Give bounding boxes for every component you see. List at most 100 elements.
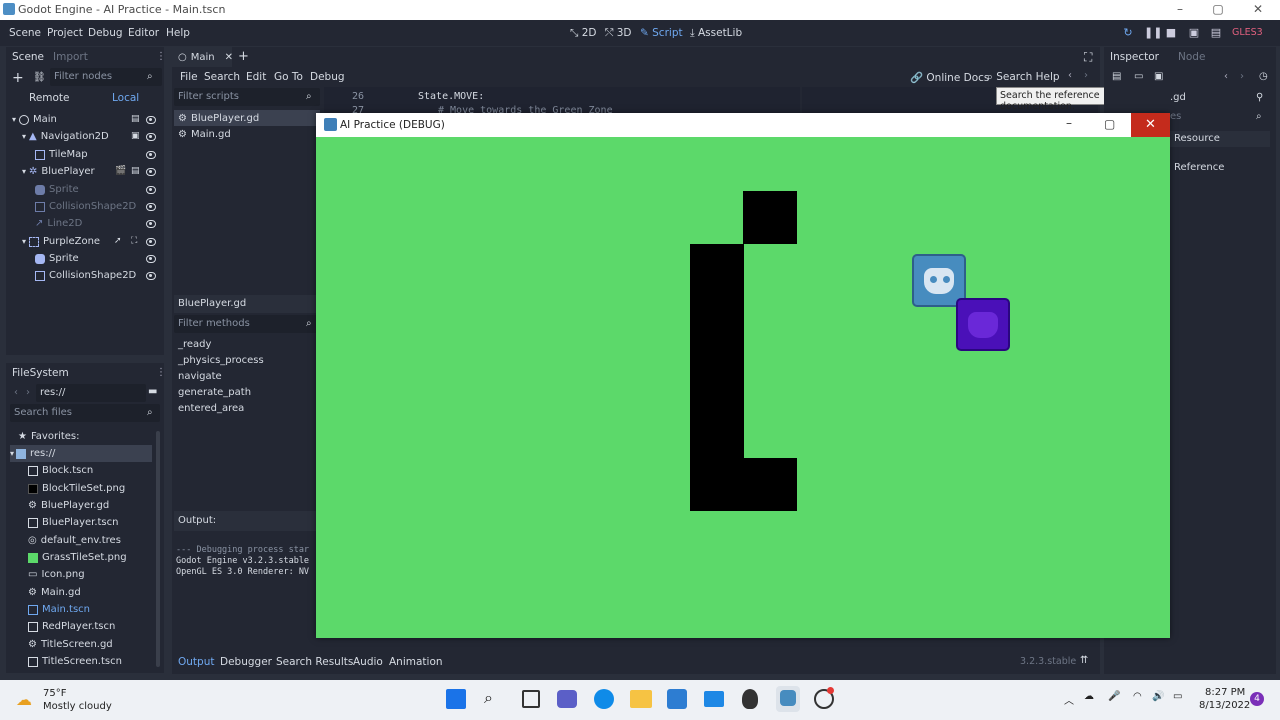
visibility-eye-icon[interactable] — [146, 151, 156, 159]
method-item[interactable]: _ready — [178, 339, 211, 350]
instance-icon[interactable]: 🎬 — [115, 166, 126, 176]
menu-editor[interactable]: Editor — [128, 27, 159, 39]
microphone-icon[interactable]: 🎤 — [1108, 691, 1120, 702]
tree-node-blueplayer[interactable]: ▾ ✲ BluePlayer — [22, 163, 95, 180]
group-icon[interactable]: ⛶ — [131, 236, 137, 246]
menu-scene[interactable]: Scene — [9, 27, 41, 39]
remote-button[interactable]: Remote — [29, 92, 70, 104]
menu-debug[interactable]: Debug — [88, 27, 123, 39]
forward-icon[interactable]: › — [26, 387, 30, 398]
windows-start-icon[interactable] — [446, 689, 466, 709]
minimize-icon[interactable]: – — [1172, 2, 1188, 18]
file-item[interactable]: BlockTileSet.png — [28, 480, 125, 497]
history-icon[interactable]: ◷ — [1259, 71, 1268, 82]
file-item[interactable]: GrassTileSet.png — [28, 549, 127, 566]
file-explorer-icon[interactable] — [630, 690, 652, 708]
tab-node[interactable]: Node — [1178, 51, 1205, 63]
scrollbar[interactable] — [156, 431, 160, 667]
history-back-icon[interactable]: ‹ — [1224, 71, 1228, 82]
visibility-eye-icon[interactable] — [146, 238, 156, 246]
close-icon[interactable]: ✕ — [1250, 2, 1266, 18]
play-scene-icon[interactable]: ▣ — [1188, 27, 1200, 39]
tree-node-collisionshape2d-2[interactable]: CollisionShape2D — [35, 267, 136, 284]
tree-node-line2d[interactable]: ↗ Line2D — [35, 215, 82, 232]
save-icon[interactable]: ▣ — [1154, 71, 1163, 82]
mail-icon[interactable] — [704, 691, 724, 707]
clock-date[interactable]: 8/13/2022 — [1199, 700, 1250, 711]
folder-res[interactable]: ▾ res:// — [10, 445, 152, 462]
tree-node-navigation2d[interactable]: ▾ ▲ Navigation2D — [22, 128, 109, 145]
add-node-icon[interactable]: + — [12, 70, 24, 86]
visibility-eye-icon[interactable] — [146, 133, 156, 141]
maximize-icon[interactable]: ▢ — [1210, 2, 1226, 18]
visibility-eye-icon[interactable] — [146, 203, 156, 211]
method-item[interactable]: generate_path — [178, 387, 251, 398]
tree-node-tilemap[interactable]: TileMap — [35, 146, 88, 163]
visibility-eye-icon[interactable] — [146, 186, 156, 194]
code-editor[interactable]: 26 State.MOVE: 27 # Move towards the Gre… — [324, 87, 800, 116]
path-field[interactable]: res:// — [36, 384, 146, 402]
tab-inspector[interactable]: Inspector — [1110, 51, 1159, 63]
distraction-free-icon[interactable]: ⛶ — [1084, 50, 1092, 65]
tree-node-purplezone[interactable]: ▾ PurpleZone — [22, 233, 100, 250]
notification-badge[interactable]: 4 — [1250, 692, 1264, 706]
bottom-tab-debugger[interactable]: Debugger — [220, 656, 272, 668]
stop-icon[interactable]: ■ — [1165, 27, 1177, 39]
script-icon[interactable]: ▤ — [131, 166, 140, 176]
new-resource-icon[interactable]: ▤ — [1112, 71, 1121, 82]
play-custom-icon[interactable]: ▤ — [1210, 27, 1222, 39]
file-item[interactable]: ⚙ TitleScreen.gd — [28, 636, 113, 653]
script-icon[interactable]: ▤ — [131, 114, 140, 124]
renderer-label[interactable]: GLES3 — [1232, 27, 1263, 38]
task-view-icon[interactable] — [522, 690, 540, 708]
editor-menu-debug[interactable]: Debug — [310, 71, 345, 83]
tab-scene[interactable]: Scene — [12, 51, 44, 63]
object-props-icon[interactable]: ⚲ — [1256, 92, 1263, 103]
cloud-icon[interactable]: ☁ — [1084, 691, 1094, 702]
method-item[interactable]: entered_area — [178, 403, 244, 414]
filter-methods-input[interactable]: Filter methods — [174, 315, 320, 333]
maximize-icon[interactable]: ▢ — [1104, 117, 1115, 131]
open-folder-icon[interactable]: ▭ — [1134, 71, 1143, 82]
weather-icon[interactable]: ☁ — [16, 690, 32, 709]
back-icon[interactable]: ‹ — [14, 387, 18, 398]
bottom-tab-animation[interactable]: Animation — [389, 656, 443, 668]
visibility-eye-icon[interactable] — [146, 255, 156, 263]
tree-node-sprite-2[interactable]: Sprite — [35, 250, 79, 267]
wifi-icon[interactable]: ◠ — [1133, 691, 1142, 702]
godot-taskbar-button[interactable] — [776, 686, 800, 712]
editor-menu-file[interactable]: File — [180, 71, 198, 83]
pause-icon[interactable]: ❚❚ — [1144, 27, 1162, 39]
next-script-icon[interactable]: › — [1084, 70, 1088, 81]
online-docs-link[interactable]: 🔗 Online Docs — [910, 71, 989, 84]
dock-menu-icon[interactable]: ⋮ — [156, 51, 166, 62]
workspace-assetlib-button[interactable]: ⤓ AssetLib — [690, 27, 742, 40]
file-item[interactable]: Block.tscn — [28, 462, 93, 479]
game-viewport[interactable] — [316, 137, 1170, 638]
method-item[interactable]: _physics_process — [178, 355, 264, 366]
signal-icon[interactable]: ➚ — [114, 236, 122, 246]
add-tab-icon[interactable]: + — [238, 49, 249, 64]
filter-nodes-input[interactable]: Filter nodes — [50, 68, 162, 86]
script-item-blueplayer[interactable]: ⚙ BluePlayer.gd — [174, 110, 320, 126]
favorites-item[interactable]: ★ Favorites: — [18, 428, 80, 445]
split-mode-icon[interactable]: ▬ — [148, 386, 157, 397]
file-item[interactable]: ◎ default_env.tres — [28, 532, 121, 549]
chat-icon[interactable] — [557, 690, 577, 708]
chevron-up-icon[interactable]: ︿ — [1064, 692, 1074, 707]
tree-node-collisionshape2d[interactable]: CollisionShape2D — [35, 198, 136, 215]
menu-help[interactable]: Help — [166, 27, 190, 39]
editor-menu-search[interactable]: Search — [204, 71, 240, 83]
tab-main[interactable]: ○ Main ✕ — [172, 47, 233, 67]
tree-node-main[interactable]: ▾ Main — [12, 111, 57, 128]
local-button[interactable]: Local — [112, 92, 139, 104]
file-item-active[interactable]: Main.tscn — [28, 601, 90, 618]
method-item[interactable]: navigate — [178, 371, 222, 382]
bottom-tab-output[interactable]: Output — [178, 656, 214, 668]
temperature-label[interactable]: 75°F — [43, 688, 66, 699]
speaker-icon[interactable]: 🔊 — [1152, 691, 1164, 702]
pin-icon[interactable]: ⇈ — [1080, 655, 1088, 666]
tab-import[interactable]: Import — [53, 51, 88, 63]
editor-menu-edit[interactable]: Edit — [246, 71, 266, 83]
workspace-3d-button[interactable]: ⤲ 3D — [605, 27, 632, 40]
